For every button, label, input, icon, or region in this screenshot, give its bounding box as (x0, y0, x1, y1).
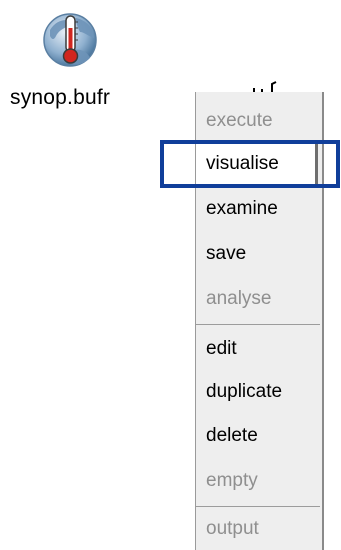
menu-item-delete[interactable]: delete (196, 415, 316, 457)
menu-item-edit[interactable]: edit (196, 328, 316, 370)
menu-item-execute: execute (206, 110, 273, 131)
menu-item-output: output (206, 518, 259, 539)
selection-highlight-box (160, 140, 340, 188)
menu-title-fragment (253, 81, 277, 92)
menu-item-empty: empty (206, 470, 258, 491)
menu-item-duplicate[interactable]: duplicate (196, 371, 316, 413)
menu-separator (196, 506, 320, 507)
file-name-label[interactable]: synop.bufr (10, 86, 160, 110)
menu-item-analyse: analyse (206, 288, 272, 309)
menu-item-save[interactable]: save (196, 233, 316, 275)
bufr-file-icon[interactable] (42, 10, 98, 74)
menu-separator (196, 324, 320, 325)
menu-item-examine[interactable]: examine (196, 188, 316, 230)
